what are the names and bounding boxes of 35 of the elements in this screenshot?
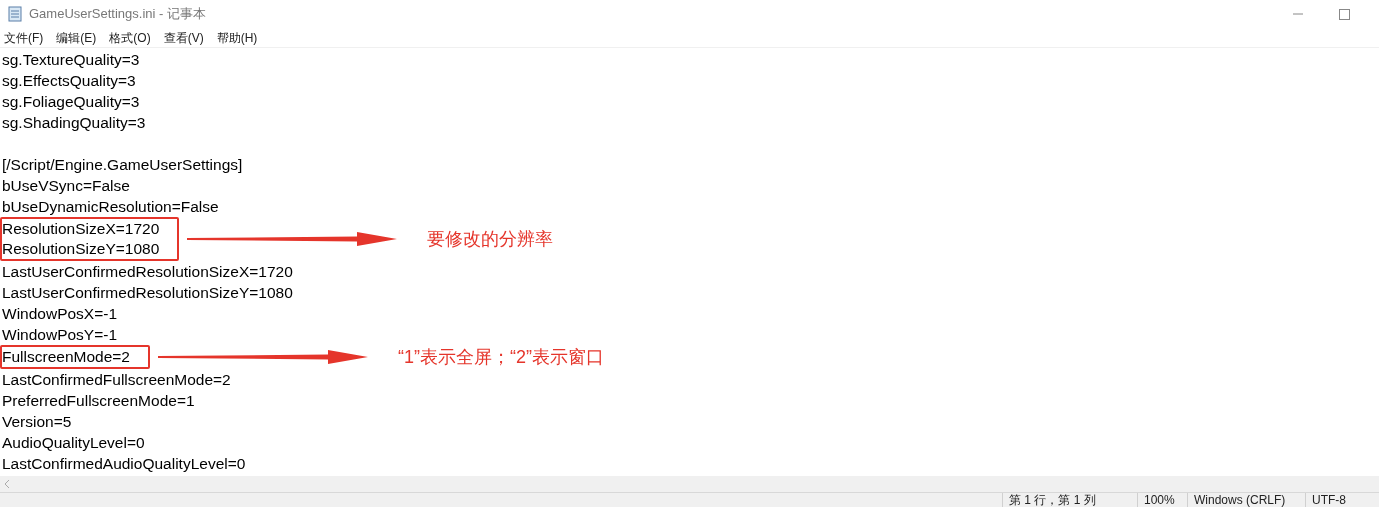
text-line: LastConfirmedAudioQualityLevel=0 (1, 454, 247, 474)
arrow-icon (157, 350, 368, 364)
annotation-note: 要修改的分辨率 (427, 228, 554, 250)
text-line: [/Script/Engine.GameUserSettings] (1, 155, 244, 175)
window-title: GameUserSettings.ini - 记事本 (29, 5, 206, 24)
text-line: PreferredFullscreenMode=1 (1, 391, 196, 411)
text-line: Version=5 (1, 412, 73, 432)
text-line: LastConfirmedFullscreenMode=2 (1, 370, 232, 390)
text-line: ResolutionSizeX=1720 (2, 219, 160, 239)
text-line: WindowPosX=-1 (1, 304, 118, 324)
status-field: UTF-8 (1305, 493, 1379, 507)
maximize-icon (1338, 8, 1350, 20)
text-line: ResolutionSizeY=1080 (2, 239, 160, 259)
text-line: sg.EffectsQuality=3 (1, 71, 137, 91)
annotation-note: “1”表示全屏；“2”表示窗口 (397, 346, 604, 368)
menu-item[interactable]: 文件(F) (4, 28, 44, 47)
menu-item[interactable]: 格式(O) (109, 28, 151, 47)
text-line: AudioQualityLevel=0 (1, 433, 146, 453)
status-field: 100% (1137, 493, 1187, 507)
text-line: sg.TextureQuality=3 (1, 50, 141, 70)
text-line: bUseVSync=False (1, 176, 131, 196)
text-line: sg.FoliageQuality=3 (1, 92, 141, 112)
text-line: sg.ShadingQuality=3 (1, 113, 147, 133)
text-line: FullscreenMode=2 (2, 347, 130, 367)
status-field: 第 1 行，第 1 列 (1002, 493, 1137, 507)
text-line: LastUserConfirmedResolutionSizeX=1720 (1, 262, 294, 282)
minimize-icon (1293, 13, 1303, 15)
menu-item[interactable]: 查看(V) (163, 28, 204, 47)
menu-item[interactable]: 帮助(H) (216, 28, 258, 47)
notepad-icon (8, 6, 22, 22)
text-line: LastUserConfirmedResolutionSizeY=1080 (1, 283, 294, 303)
status-field: Windows (CRLF) (1187, 493, 1305, 507)
text-line: WindowPosY=-1 (1, 325, 118, 345)
menu-item[interactable]: 编辑(E) (56, 28, 97, 47)
text-line: bUseDynamicResolution=False (1, 197, 220, 217)
